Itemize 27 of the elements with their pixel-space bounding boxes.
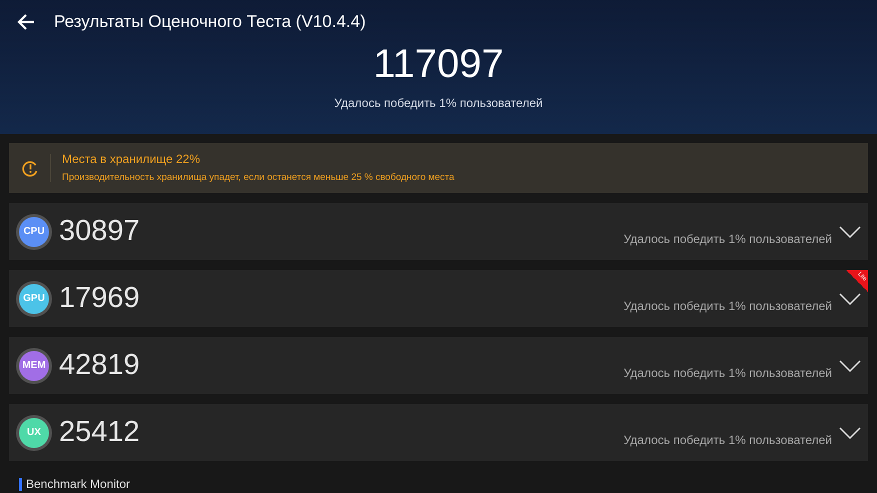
- score-card[interactable]: MEM 42819 Удалось победить 1% пользователей: [9, 337, 868, 394]
- chevron-down-icon[interactable]: [839, 226, 861, 238]
- category-score: 25412: [59, 414, 140, 450]
- category-caption: Удалось победить 1% пользователей: [624, 230, 832, 248]
- category-caption: Удалось победить 1% пользователей: [624, 364, 832, 382]
- total-caption: Удалось победить 1% пользователей: [334, 95, 543, 112]
- page-title: Результаты Оценочного Теста (V10.4.4): [54, 11, 366, 34]
- category-badge: UX: [19, 418, 49, 448]
- back-button[interactable]: [16, 12, 36, 32]
- total-score: 117097: [373, 41, 504, 88]
- chevron-down-icon[interactable]: [839, 292, 861, 304]
- category-badge: GPU: [19, 284, 49, 314]
- chevron-down-icon[interactable]: [839, 426, 861, 438]
- score-card[interactable]: UX 25412 Удалось победить 1% пользователей: [9, 404, 868, 461]
- category-score: 42819: [59, 348, 140, 383]
- alert-title: Места в хранилище 22%: [62, 151, 202, 168]
- alert-message: Производительность хранилища упадет, если останется меньше 25 % свободного места: [62, 171, 454, 186]
- category-score: 30897: [59, 214, 140, 249]
- warning-icon: [22, 160, 39, 176]
- chevron-down-icon[interactable]: [839, 360, 861, 372]
- category-caption: Удалось победить 1% пользователей: [624, 432, 832, 448]
- section-title: Benchmark Monitor: [26, 476, 130, 493]
- category-badge: MEM: [19, 350, 49, 380]
- score-card[interactable]: CPU 30897 Удалось победить 1% пользователей: [9, 203, 868, 260]
- category-score: 17969: [59, 280, 140, 316]
- category-caption: Удалось победить 1% пользователей: [624, 298, 832, 314]
- category-badge: CPU: [19, 216, 49, 246]
